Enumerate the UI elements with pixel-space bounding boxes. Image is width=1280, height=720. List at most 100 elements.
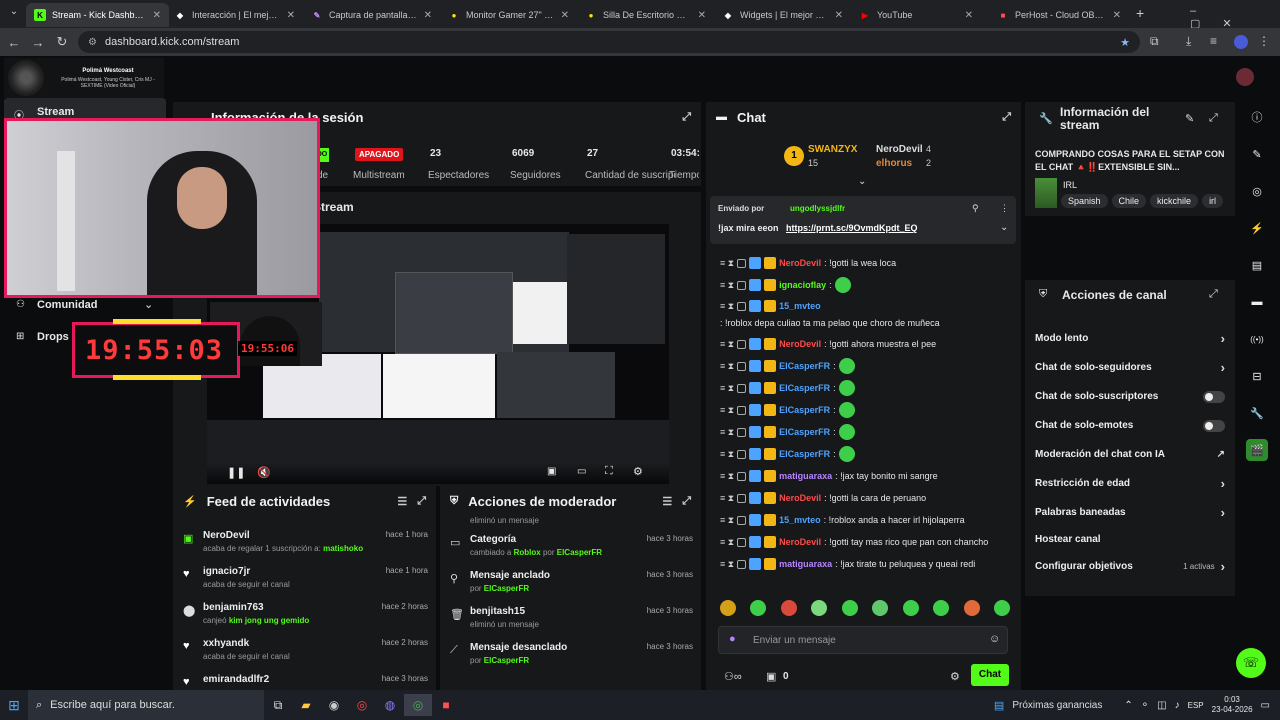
language-indicator[interactable]: ESP	[1188, 701, 1204, 710]
chat-username[interactable]: matiguaraxa	[779, 469, 832, 483]
more-icon[interactable]: ⋮	[1000, 203, 1009, 214]
chat-message[interactable]: ≡ ⧗ 15_mvteo: !roblox anda a hacer irl hi…	[706, 509, 1021, 531]
chat-message[interactable]: ≡ ⧗ NeroDevil: !gotti la wea loca	[706, 252, 1021, 274]
chat-message[interactable]: ≡ ⧗ ElCasperFR:	[706, 355, 1021, 377]
chat-username[interactable]: NeroDevil	[779, 535, 821, 549]
forward-icon[interactable]: →	[26, 35, 50, 50]
chat-username[interactable]: ElCasperFR	[779, 381, 830, 395]
chat-message[interactable]: ≡ ⧗ 15_mvteo: !roblox depa culiao ta ma p…	[706, 296, 1021, 333]
leader-second[interactable]: NeroDevil	[876, 144, 923, 155]
close-tab-icon[interactable]: ✕	[965, 10, 973, 21]
pause-icon[interactable]: ❚❚	[227, 466, 245, 479]
close-tab-icon[interactable]: ✕	[698, 10, 706, 21]
chat-username[interactable]: 15_mvteo	[779, 513, 821, 527]
category-name[interactable]: IRL	[1063, 180, 1077, 190]
feed-item[interactable]: ♥ ignacio7jr hace 1 hora acaba de seguir el…	[173, 562, 436, 598]
feed-user[interactable]: benjamin763	[203, 602, 264, 613]
mic-icon[interactable]: ●	[729, 633, 736, 645]
channel-action-item[interactable]: Palabras baneadas ›	[1025, 498, 1235, 527]
stream-tag[interactable]: kickchile	[1150, 194, 1199, 208]
site-info-icon[interactable]: ⚙	[88, 37, 97, 48]
expand-icon[interactable]: ⤢	[1002, 111, 1011, 124]
emote-icon[interactable]	[993, 600, 1010, 616]
tray-up-icon[interactable]: ⌃	[1124, 700, 1132, 711]
notifications-icon[interactable]: ▭	[1261, 700, 1270, 711]
mod-tools-icon[interactable]: ≡ ⧗	[720, 337, 734, 351]
pip-icon[interactable]: ▣	[547, 466, 556, 477]
mod-tools-icon[interactable]: ≡ ⧗	[720, 381, 734, 395]
chat-message[interactable]: ≡ ⧗ ElCasperFR:	[706, 443, 1021, 465]
browser-tab[interactable]: ● Silla De Escritorio Con Ap ✕	[577, 3, 714, 27]
emote-icon[interactable]	[902, 600, 919, 616]
media-icon[interactable]: ≡	[1210, 34, 1217, 48]
clock[interactable]: 0:03 23-04-2026	[1212, 695, 1253, 715]
extensions-icon[interactable]: ⧉	[1150, 34, 1159, 49]
channel-action-item[interactable]: Modo lento ›	[1025, 324, 1235, 353]
user-avatar[interactable]	[1236, 68, 1254, 86]
close-tab-icon[interactable]: ✕	[1113, 10, 1121, 21]
channel-action-item[interactable]: Hostear canal	[1025, 527, 1235, 552]
expand-icon[interactable]: ⤢	[417, 495, 426, 508]
chat-message[interactable]: ≡ ⧗ ignacioflay:	[706, 274, 1021, 296]
expand-icon[interactable]: ⤢	[682, 111, 691, 124]
mod-tools-icon[interactable]: ≡ ⧗	[720, 256, 734, 270]
mod-tools-icon[interactable]: ≡ ⧗	[720, 469, 734, 483]
chat-message[interactable]: ≡ ⧗ NeroDevil: !gotti tay mas rico que pa…	[706, 531, 1021, 553]
toggle-switch[interactable]	[1203, 419, 1225, 432]
chat-username[interactable]: NeroDevil	[779, 491, 821, 505]
browser-tab[interactable]: ✎ Captura de pantalla por L ✕	[303, 3, 440, 27]
emote-icon[interactable]	[963, 600, 980, 616]
chrome-icon[interactable]: ◎	[348, 694, 376, 716]
close-tab-icon[interactable]: ✕	[287, 10, 295, 21]
users-icon[interactable]: ⚇∞	[724, 670, 742, 683]
emoji-icon[interactable]: ☺	[989, 633, 1000, 645]
feed-item[interactable]: ⬤ benjamin763 hace 2 horas canjeó kim jong …	[173, 598, 436, 634]
chat-message[interactable]: ≡ ⧗ matiguaraxa: !jax tirate tu peluquea …	[706, 553, 1021, 572]
mod-detail-link[interactable]: ElCasperFR	[484, 584, 529, 593]
mod-detail-link[interactable]: ElCasperFR	[557, 548, 602, 557]
chat-username[interactable]: ElCasperFR	[779, 359, 830, 373]
toggle-switch[interactable]	[1203, 390, 1225, 403]
emote-icon[interactable]	[720, 600, 736, 616]
clapper-icon[interactable]: 🎬	[1246, 439, 1268, 461]
bolt-icon[interactable]: ⚡	[1246, 217, 1268, 239]
back-icon[interactable]: ←	[2, 35, 26, 50]
chat-username[interactable]: ignacioflay	[779, 278, 826, 292]
file-explorer-icon[interactable]: ▰	[292, 694, 320, 716]
emote-icon[interactable]	[750, 600, 767, 616]
mod-tools-icon[interactable]: ≡ ⧗	[720, 403, 734, 417]
discord-icon[interactable]: ◍	[376, 694, 404, 716]
chrome-active-icon[interactable]: ◎	[404, 694, 432, 716]
emote-icon[interactable]	[841, 600, 858, 616]
channel-action-item[interactable]: Chat de solo-seguidores ›	[1025, 353, 1235, 382]
url-input[interactable]: ⚙ dashboard.kick.com/stream ★	[78, 31, 1140, 53]
chat-icon[interactable]: ▬	[1246, 291, 1268, 313]
edit-icon[interactable]: ✎	[1185, 112, 1194, 125]
leader-first[interactable]: SWANZYX	[808, 144, 857, 155]
feed-user[interactable]: xxhyandk	[203, 638, 249, 649]
feed-item[interactable]: ♥ xxhyandk hace 2 horas acaba de seguir el …	[173, 634, 436, 670]
chat-username[interactable]: ElCasperFR	[779, 425, 830, 439]
bookmark-star-icon[interactable]: ★	[1120, 36, 1130, 49]
expand-icon[interactable]: ⤢	[1209, 288, 1218, 301]
browser-tab[interactable]: K Stream - Kick Dashboard ✕	[26, 3, 169, 27]
chat-message[interactable]: ≡ ⧗ matiguaraxa: !jax tay bonito mi sangr…	[706, 465, 1021, 487]
pin-icon[interactable]: ⚲	[972, 203, 979, 214]
close-tab-icon[interactable]: ✕	[835, 10, 843, 21]
clip-icon[interactable]: ▤	[1246, 254, 1268, 276]
pinned-link[interactable]: https://prnt.sc/9OvmdKpdt_EQ	[786, 223, 918, 233]
expand-icon[interactable]: ⤢	[1209, 112, 1218, 125]
mod-tools-icon[interactable]: ≡ ⧗	[720, 557, 734, 571]
feed-target[interactable]: matishoko	[323, 544, 363, 553]
chat-username[interactable]: ElCasperFR	[779, 447, 830, 461]
pinned-user[interactable]: ungodlyssjdlfr	[790, 204, 845, 213]
chat-message[interactable]: ≡ ⧗ ElCasperFR:	[706, 421, 1021, 443]
taskbar-search[interactable]: ⌕ Escribe aquí para buscar.	[28, 690, 264, 720]
browser-tab[interactable]: ◆ Widgets | El mejor softwa ✕	[714, 3, 851, 27]
network-icon[interactable]: ◫	[1157, 700, 1166, 711]
emote-icon[interactable]	[933, 600, 950, 616]
browser-tab[interactable]: ▶ YouTube ✕	[851, 3, 981, 27]
mute-icon[interactable]: 🔇	[257, 466, 271, 479]
chat-input[interactable]: ● Enviar un mensaje ☺	[718, 626, 1008, 654]
broadcast-icon[interactable]: ((•))	[1246, 328, 1268, 350]
